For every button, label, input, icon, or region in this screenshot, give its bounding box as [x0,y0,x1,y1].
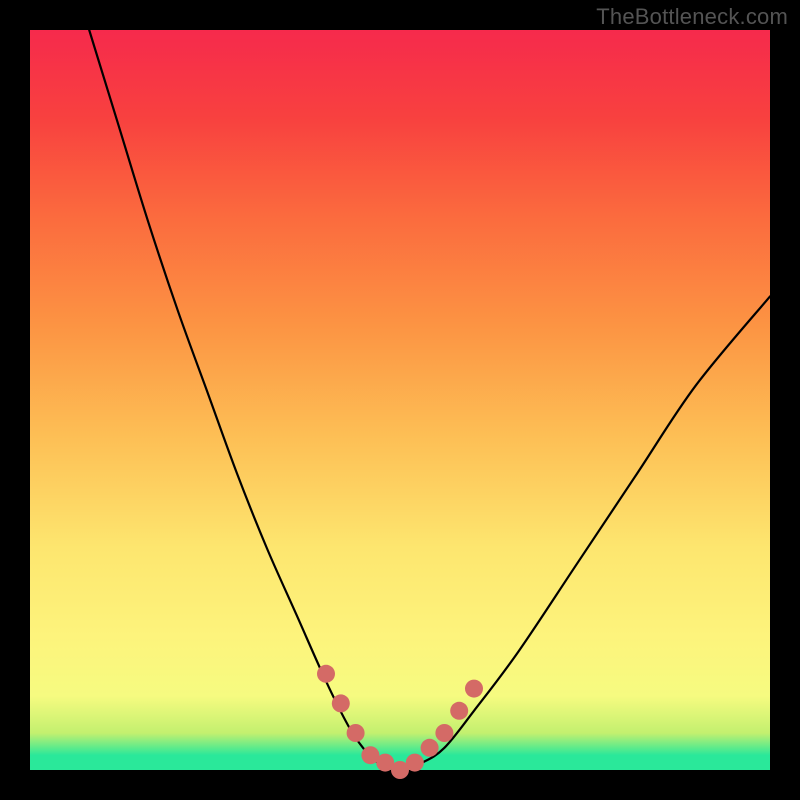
fit-dot [421,739,439,757]
plot-area [30,30,770,770]
fit-region-dots [317,665,483,779]
fit-dot [435,724,453,742]
fit-dot [465,680,483,698]
fit-dot [317,665,335,683]
fit-dot [450,702,468,720]
fit-dot [347,724,365,742]
chart-container: TheBottleneck.com [0,0,800,800]
bottleneck-curve [89,30,770,770]
fit-dot [406,754,424,772]
fit-dot [332,694,350,712]
chart-svg [30,30,770,770]
watermark-text: TheBottleneck.com [596,4,788,30]
